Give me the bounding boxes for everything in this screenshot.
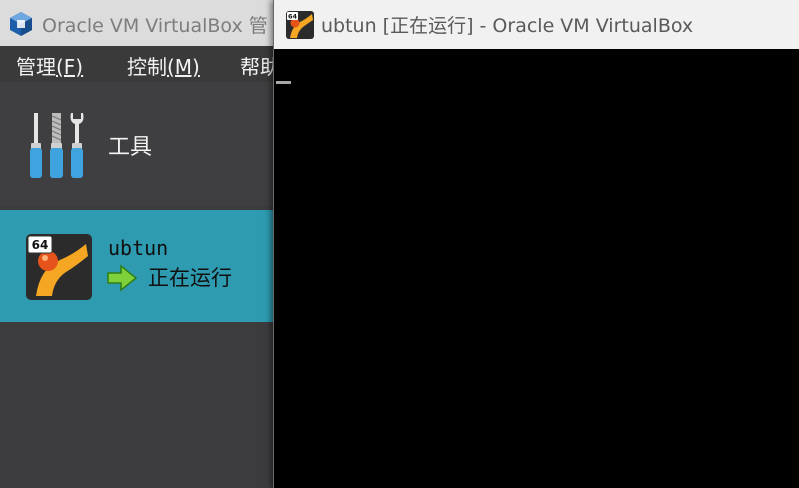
virtualbox-logo-icon (10, 12, 32, 36)
menu-file[interactable]: 管理(F) (16, 51, 83, 80)
tools-item[interactable]: 工具 (0, 82, 275, 206)
ubuntu-vm-icon: 64 (26, 234, 92, 300)
tools-label: 工具 (108, 135, 153, 160)
vm-title-badge: 64 (288, 13, 298, 21)
vm-list-empty-area (0, 322, 275, 488)
menu-file-accel: (F) (56, 55, 84, 79)
vm-list-item-ubtun[interactable]: 64 ubtun 正在运行 (0, 210, 275, 322)
vm-state: 正在运行 (148, 266, 232, 290)
menu-file-label: 管理 (16, 55, 56, 79)
tools-icon (30, 113, 84, 178)
vm-window: 64 ubtun [正在运行] - Oracle VM VirtualBox (273, 0, 799, 488)
vm-display[interactable] (274, 49, 799, 488)
vm-window-titlebar[interactable]: 64 ubtun [正在运行] - Oracle VM VirtualBox (274, 0, 799, 49)
ubuntu-vm-title-icon: 64 (286, 11, 314, 39)
manager-title: Oracle VM VirtualBox 管 (42, 15, 268, 37)
menu-machine[interactable]: 控制(M) (127, 51, 200, 80)
vm-window-title: ubtun [正在运行] - Oracle VM VirtualBox (321, 15, 694, 37)
text-cursor (276, 81, 291, 84)
running-arrow-icon (107, 264, 138, 292)
menu-machine-label: 控制 (127, 55, 167, 79)
vm-icon-badge: 64 (32, 238, 49, 252)
vm-name: ubtun (108, 236, 169, 260)
menu-machine-accel: (M) (167, 55, 200, 79)
